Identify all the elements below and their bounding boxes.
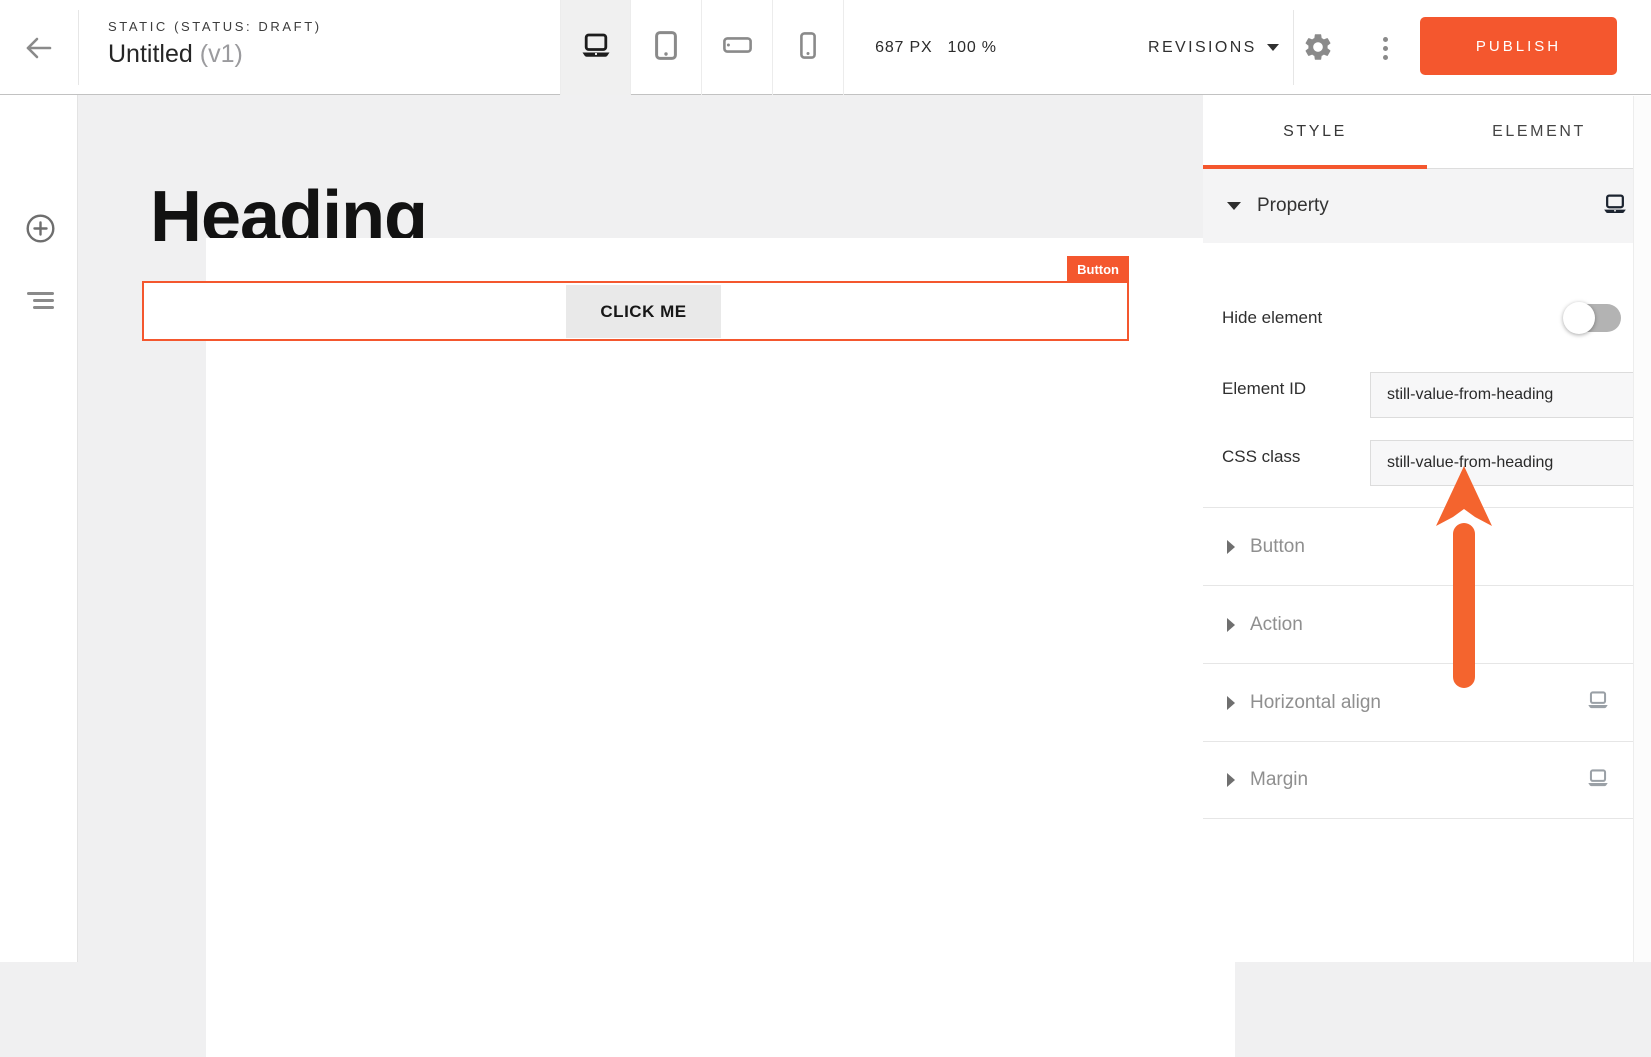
caret-right-icon [1227,696,1235,710]
revisions-label: REVISIONS [1148,39,1257,57]
publish-button[interactable]: PUBLISH [1420,17,1617,75]
device-preview-switcher [560,0,844,95]
device-desktop-button[interactable] [560,0,631,95]
caret-down-icon [1227,202,1241,210]
document-title: Untitled [108,40,193,68]
desktop-scope-icon [1603,194,1627,219]
tab-style[interactable]: STYLE [1203,95,1427,168]
section-label: Button [1250,536,1609,558]
section-action[interactable]: Action [1203,585,1633,663]
style-settings-panel: STYLE ELEMENT Property Hide element Elem… [1203,95,1651,962]
document-version: (v1) [200,40,243,68]
page-button-element[interactable]: CLICK ME [566,285,721,338]
desktop-scope-icon [1587,769,1609,792]
laptop-icon [581,33,611,63]
hide-element-label: Hide element [1222,308,1322,328]
panel-tabs: STYLE ELEMENT [1203,95,1651,169]
caret-right-icon [1227,618,1235,632]
layers-outline-icon[interactable] [27,292,55,312]
section-button[interactable]: Button [1203,507,1633,585]
phone-portrait-icon [800,32,816,64]
element-id-input[interactable] [1370,372,1634,418]
panel-scroll-gutter[interactable] [1633,96,1651,962]
property-section-title: Property [1257,195,1603,217]
selected-element-tag: Button [1067,256,1129,282]
zoom-level-value[interactable]: 100 % [947,39,996,57]
more-options-kebab-icon[interactable] [1372,28,1398,68]
section-label: Margin [1250,769,1587,791]
back-arrow-icon[interactable] [22,31,56,65]
desktop-scope-icon [1587,691,1609,714]
editor-left-sidebar [0,95,78,962]
toggle-knob [1563,302,1595,334]
css-class-input[interactable] [1370,440,1634,486]
document-status: STATIC (STATUS: DRAFT) [108,19,322,34]
top-toolbar: STATIC (STATUS: DRAFT) Untitled(v1) [0,0,1651,95]
page-preview[interactable] [206,238,1235,1057]
add-element-plus-icon[interactable] [26,214,55,243]
toolbar-divider [1293,10,1294,85]
caret-right-icon [1227,540,1235,554]
section-margin[interactable]: Margin [1203,741,1633,819]
element-id-label: Element ID [1222,379,1306,399]
toolbar-divider [78,10,79,85]
device-tablet-button[interactable] [631,0,702,95]
property-section-header[interactable]: Property [1203,169,1651,243]
section-label: Horizontal align [1250,692,1587,714]
revisions-dropdown[interactable]: REVISIONS [1130,0,1297,95]
section-horizontal-align[interactable]: Horizontal align [1203,663,1633,741]
collapsed-sections: Button Action Horizontal align Margin [1203,507,1633,819]
section-label: Action [1250,614,1609,636]
chevron-down-icon [1267,44,1279,51]
css-class-label: CSS class [1222,447,1300,467]
settings-gear-icon[interactable] [1302,31,1334,63]
viewport-size-indicator: 687 PX 100 % [856,0,1016,95]
viewport-width-value: 687 PX [875,39,932,57]
hide-element-toggle[interactable] [1565,304,1621,332]
caret-right-icon [1227,773,1235,787]
tab-element[interactable]: ELEMENT [1427,95,1651,168]
document-info: STATIC (STATUS: DRAFT) Untitled(v1) [108,19,322,69]
device-phone-landscape-button[interactable] [702,0,773,95]
tablet-icon [655,31,677,65]
property-fields: Hide element Element ID CSS class [1203,243,1651,507]
phone-landscape-icon [723,37,752,58]
device-phone-button[interactable] [773,0,844,95]
